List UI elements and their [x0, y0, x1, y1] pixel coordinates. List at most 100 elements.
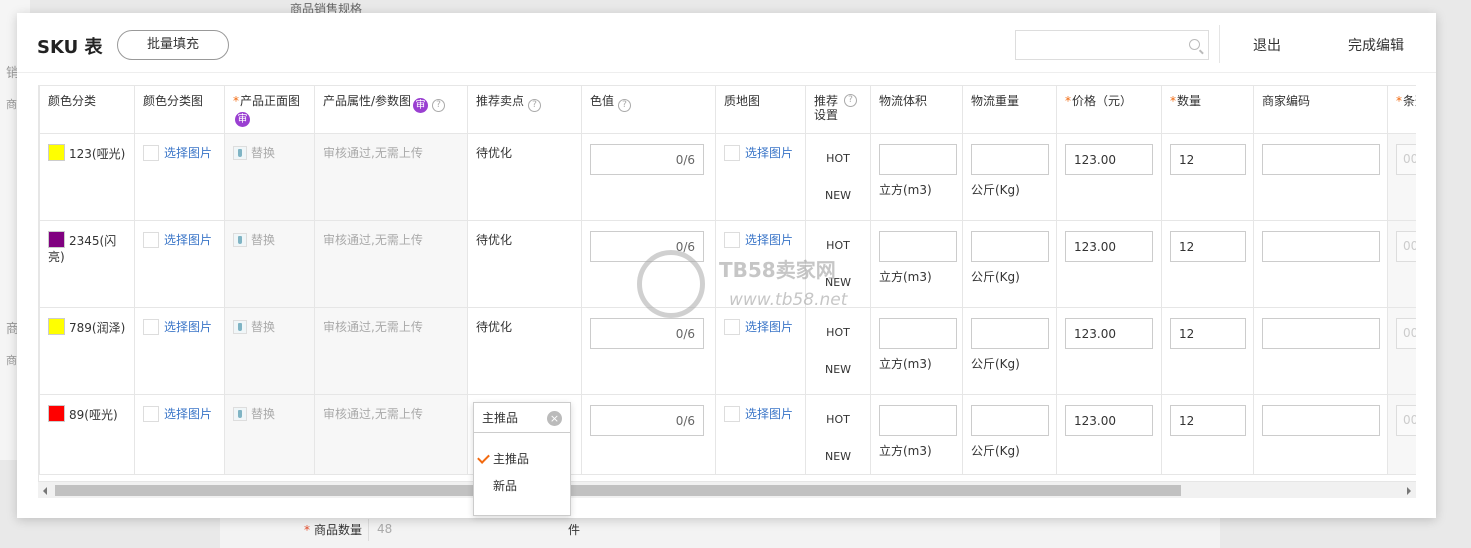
image-checkbox[interactable] [143, 145, 159, 161]
quantity-input[interactable] [1170, 405, 1246, 436]
select-image-link[interactable]: 选择图片 [164, 320, 212, 334]
cell-merchant-code [1253, 394, 1388, 475]
volume-input[interactable] [879, 318, 957, 349]
cell-quantity [1161, 220, 1254, 308]
select-image-link[interactable]: 选择图片 [164, 407, 212, 421]
new-tag[interactable]: NEW [807, 189, 870, 202]
modal-header: SKU 表 批量填充 退出 完成编辑 [17, 13, 1436, 73]
merchant-code-input[interactable] [1262, 318, 1380, 349]
merchant-code-input[interactable] [1262, 144, 1380, 175]
bg-fragment: 商 [6, 354, 17, 367]
color-value-input[interactable] [590, 144, 704, 175]
barcode-input[interactable]: 000 [1396, 318, 1416, 349]
image-checkbox[interactable] [143, 406, 159, 422]
hot-tag[interactable]: HOT [807, 152, 870, 165]
replace-link[interactable]: 替换 [251, 233, 275, 247]
done-editing-button[interactable]: 完成编辑 [1348, 35, 1404, 55]
replace-link[interactable]: 替换 [251, 320, 275, 334]
pending-text[interactable]: 待优化 [476, 320, 512, 334]
cell-recommend: 待优化 [467, 220, 582, 308]
search-input[interactable] [1020, 32, 1185, 58]
select-image-link[interactable]: 选择图片 [745, 233, 793, 247]
pending-text[interactable]: 待优化 [476, 146, 512, 160]
volume-input[interactable] [879, 144, 957, 175]
weight-unit: 公斤(Kg) [971, 444, 1020, 458]
pending-text[interactable]: 待优化 [476, 233, 512, 247]
weight-input[interactable] [971, 144, 1049, 175]
barcode-input[interactable]: 000 [1396, 405, 1416, 436]
select-image-link[interactable]: 选择图片 [164, 146, 212, 160]
dropdown-option-main[interactable]: 主推品 [474, 447, 570, 471]
horizontal-scrollbar[interactable] [38, 481, 1416, 498]
new-tag[interactable]: NEW [807, 276, 870, 289]
table-row: 789(润泽) 选择图片 替换 审核通过,无需上传 待优化 选择图片 HOT N… [39, 307, 1416, 395]
help-icon[interactable]: ? [528, 99, 542, 112]
select-image-link[interactable]: 选择图片 [745, 146, 793, 160]
quantity-input[interactable] [1170, 144, 1246, 175]
new-tag[interactable]: NEW [807, 450, 870, 463]
barcode-input[interactable]: 000 [1396, 144, 1416, 175]
cell-color-value [581, 394, 716, 475]
color-value-input[interactable] [590, 405, 704, 436]
cell-color-image: 选择图片 [134, 220, 225, 308]
help-icon[interactable]: ? [618, 99, 632, 112]
cell-texture-image: 选择图片 [715, 307, 806, 395]
color-name: 89(哑光) [69, 408, 118, 422]
cell-weight: 公斤(Kg) [962, 394, 1057, 475]
volume-input[interactable] [879, 231, 957, 262]
scrollbar-thumb[interactable] [55, 485, 1181, 496]
clear-icon[interactable]: × [547, 411, 562, 426]
select-image-link[interactable]: 选择图片 [164, 233, 212, 247]
dropdown-option-new[interactable]: 新品 [474, 474, 570, 498]
price-input[interactable] [1065, 405, 1153, 436]
color-value-input[interactable] [590, 231, 704, 262]
replace-link[interactable]: 替换 [251, 407, 275, 421]
weight-unit: 公斤(Kg) [971, 183, 1020, 197]
hot-tag[interactable]: HOT [807, 239, 870, 252]
cell-front-image: 替换 [224, 307, 315, 395]
cell-recommend: 待优化 [467, 133, 582, 221]
approved-text: 审核通过,无需上传 [323, 233, 423, 247]
approved-text: 审核通过,无需上传 [323, 146, 423, 160]
hot-tag[interactable]: HOT [807, 413, 870, 426]
quantity-input[interactable] [1170, 318, 1246, 349]
audit-badge-icon: 审 [413, 98, 429, 113]
volume-input[interactable] [879, 405, 957, 436]
image-checkbox[interactable] [724, 232, 740, 248]
quantity-input[interactable] [1170, 231, 1246, 262]
search-icon[interactable] [1189, 39, 1200, 50]
col-texture-image: 质地图 [715, 85, 806, 134]
weight-input[interactable] [971, 405, 1049, 436]
batch-fill-button[interactable]: 批量填充 [117, 30, 229, 60]
image-checkbox[interactable] [724, 406, 740, 422]
weight-input[interactable] [971, 318, 1049, 349]
table-header-row: 颜色分类 颜色分类图 *产品正面图审 产品属性/参数图审? 推荐卖点? 色值? … [39, 85, 1416, 134]
color-value-input[interactable] [590, 318, 704, 349]
merchant-code-input[interactable] [1262, 405, 1380, 436]
help-icon[interactable]: ? [432, 99, 446, 112]
price-input[interactable] [1065, 144, 1153, 175]
image-checkbox[interactable] [724, 145, 740, 161]
new-tag[interactable]: NEW [807, 363, 870, 376]
cell-recommend: 待优化 [467, 307, 582, 395]
image-checkbox[interactable] [143, 319, 159, 335]
select-image-link[interactable]: 选择图片 [745, 320, 793, 334]
color-swatch [48, 144, 65, 161]
hot-tag[interactable]: HOT [807, 326, 870, 339]
image-checkbox[interactable] [724, 319, 740, 335]
image-checkbox[interactable] [143, 232, 159, 248]
price-input[interactable] [1065, 318, 1153, 349]
replace-link[interactable]: 替换 [251, 146, 275, 160]
scroll-left-icon[interactable] [43, 487, 47, 495]
barcode-input[interactable]: 000 [1396, 231, 1416, 262]
recommend-select[interactable]: 主推品 × [474, 403, 570, 433]
exit-button[interactable]: 退出 [1253, 35, 1281, 55]
required-star: * [1065, 94, 1071, 108]
help-icon[interactable]: ? [844, 94, 857, 107]
merchant-code-input[interactable] [1262, 231, 1380, 262]
scroll-right-icon[interactable] [1407, 487, 1411, 495]
weight-input[interactable] [971, 231, 1049, 262]
select-image-link[interactable]: 选择图片 [745, 407, 793, 421]
price-input[interactable] [1065, 231, 1153, 262]
cell-merchant-code [1253, 220, 1388, 308]
